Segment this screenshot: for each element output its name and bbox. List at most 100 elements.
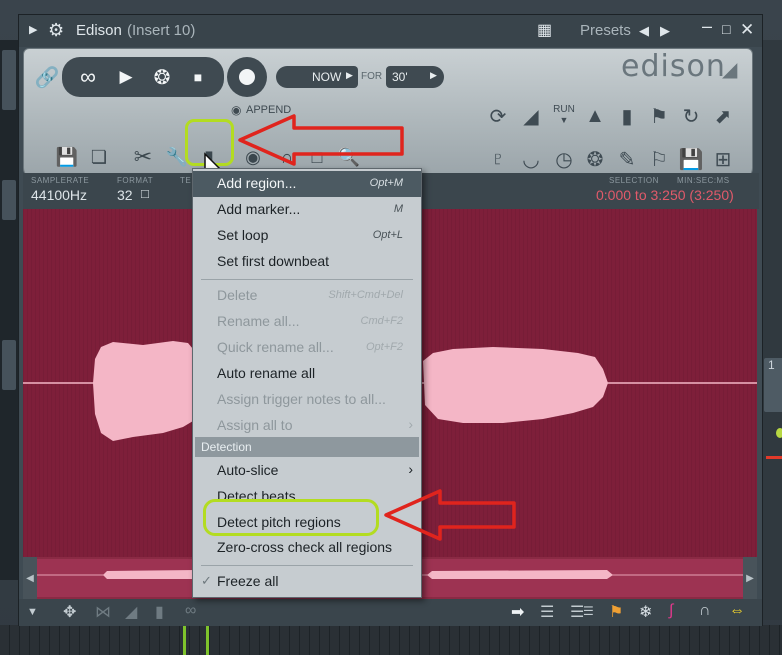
menu-label: Set loop bbox=[217, 227, 269, 243]
maximize-icon[interactable]: □ bbox=[722, 21, 730, 37]
copy-icon[interactable]: ❏ bbox=[86, 144, 112, 170]
send-to-playlist-icon[interactable]: ⊞ bbox=[708, 144, 738, 174]
ramp-icon[interactable]: ◢ bbox=[125, 602, 137, 622]
loop-button[interactable]: ∞ bbox=[70, 59, 106, 95]
menu-label: Freeze all bbox=[217, 573, 279, 589]
bowtie-icon[interactable]: ⋈ bbox=[95, 602, 111, 622]
now-arrow-icon: ▶ bbox=[346, 70, 353, 80]
menu-separator bbox=[201, 279, 413, 280]
fade-in-icon[interactable]: ◢ bbox=[516, 101, 546, 131]
gear-icon[interactable]: ⚙ bbox=[48, 20, 64, 41]
reverse-icon[interactable]: ⟳ bbox=[483, 101, 513, 131]
selection-label: SELECTION bbox=[609, 176, 659, 185]
rocket-icon[interactable]: ▲ bbox=[580, 101, 610, 131]
presets-label[interactable]: Presets bbox=[580, 22, 631, 39]
menu-item-assign-all-to[interactable]: Assign all to › bbox=[193, 413, 421, 439]
time-format-label: MIN:SEC:MS bbox=[677, 176, 730, 185]
expand-arrows-icon[interactable]: ⇔ bbox=[729, 602, 745, 620]
menu-label: Add marker... bbox=[217, 201, 301, 217]
tempo-fork-icon[interactable]: ♇ bbox=[483, 144, 513, 174]
background-marker bbox=[766, 456, 782, 459]
pen-icon[interactable]: ✎ bbox=[612, 144, 642, 174]
play-button[interactable]: ▶ bbox=[108, 59, 144, 95]
background-led-icon bbox=[776, 428, 782, 438]
equalizer-icon[interactable]: ▮ bbox=[612, 101, 642, 131]
run-script-button[interactable]: RUN ▼ bbox=[549, 99, 579, 129]
selection-value: 0:000 to 3:250 (3:250) bbox=[596, 187, 734, 203]
collapse-arrow-icon[interactable]: ▶ bbox=[29, 23, 37, 36]
curve-icon[interactable]: ∫ bbox=[669, 602, 673, 620]
menu-item-auto-slice[interactable]: Auto-slice › bbox=[193, 458, 421, 484]
menu-item-assign-trigger-notes[interactable]: Assign trigger notes to all... bbox=[193, 387, 421, 413]
background-channel-tab[interactable]: 1 bbox=[764, 358, 782, 412]
arrow-right-icon[interactable]: ➡ bbox=[511, 602, 524, 622]
preset-prev-icon[interactable]: ◀ bbox=[639, 23, 649, 39]
snowflake-icon[interactable]: ❄ bbox=[639, 602, 652, 622]
menu-shortcut: Cmd+F2 bbox=[360, 315, 404, 327]
annotation-highlight-detect-pitch bbox=[203, 499, 379, 536]
menu-item-rename-all[interactable]: Rename all... Cmd+F2 bbox=[193, 309, 421, 335]
stacked-icon[interactable]: ☰ bbox=[583, 604, 594, 618]
menu-item-add-marker[interactable]: Add marker... M bbox=[193, 197, 421, 223]
flag-icon[interactable]: ⚑ bbox=[644, 101, 674, 131]
now-field[interactable]: NOW ▶ bbox=[276, 66, 358, 88]
refresh-icon[interactable]: ↻ bbox=[676, 101, 706, 131]
close-icon[interactable]: ✕ bbox=[740, 20, 754, 40]
marker-flags-icon[interactable]: ⚐ bbox=[644, 144, 674, 174]
duration-field[interactable]: 30' ▶ bbox=[386, 66, 444, 88]
samplerate-value[interactable]: 44100Hz bbox=[31, 187, 87, 203]
run-arrow-icon: ▼ bbox=[559, 114, 569, 125]
magnet-icon[interactable]: ∩ bbox=[699, 602, 711, 620]
clock-icon[interactable]: ◷ bbox=[549, 144, 579, 174]
save-sample-icon[interactable]: 💾 bbox=[676, 144, 706, 174]
save-icon[interactable]: 💾 bbox=[54, 144, 80, 170]
menu-item-quick-rename-all[interactable]: Quick rename all... Opt+F2 bbox=[193, 335, 421, 361]
menu-arrow-icon[interactable]: ▼ bbox=[27, 606, 38, 618]
duration-arrow-icon: ▶ bbox=[430, 70, 437, 80]
submenu-arrow-icon: › bbox=[408, 416, 413, 432]
menu-item-set-loop[interactable]: Set loop Opt+L bbox=[193, 223, 421, 249]
title-bar[interactable]: ▶ ⚙ Edison (Insert 10) ▦ Presets ◀ ▶ – □… bbox=[19, 15, 762, 47]
menu-label: Zero-cross check all regions bbox=[217, 539, 393, 555]
format-value[interactable]: 32 bbox=[117, 187, 133, 203]
duration-value: 30' bbox=[392, 70, 408, 84]
link-small-icon[interactable]: ∞ bbox=[185, 602, 196, 620]
format-icon[interactable]: □ bbox=[141, 186, 149, 201]
menu-item-delete[interactable]: Delete Shift+Cmd+Del bbox=[193, 283, 421, 309]
window-subtitle: (Insert 10) bbox=[127, 22, 196, 39]
record-button[interactable] bbox=[227, 57, 267, 97]
fade-out-icon[interactable]: ◡ bbox=[516, 144, 546, 174]
background-playlist bbox=[0, 625, 782, 655]
scroll-right-icon[interactable]: ▶ bbox=[743, 557, 757, 599]
menu-item-freeze-all[interactable]: ✓ Freeze all bbox=[193, 569, 421, 595]
minimize-icon[interactable]: – bbox=[702, 16, 712, 37]
drop-icon[interactable]: ❂ bbox=[580, 144, 610, 174]
menu-item-auto-rename-all[interactable]: Auto rename all bbox=[193, 361, 421, 387]
menu-separator bbox=[201, 565, 413, 566]
menu-label: Assign trigger notes to all... bbox=[217, 391, 386, 407]
submenu-arrow-icon: › bbox=[408, 461, 413, 477]
cut-scissors-icon[interactable]: ✂ bbox=[130, 144, 156, 170]
background-mixer-strip-left bbox=[0, 40, 20, 580]
stop-button[interactable]: ■ bbox=[180, 59, 216, 95]
menu-item-set-first-downbeat[interactable]: Set first downbeat bbox=[193, 249, 421, 275]
now-label: NOW bbox=[312, 70, 342, 84]
menu-shortcut: M bbox=[393, 203, 403, 215]
stretch-icon[interactable]: ✥ bbox=[63, 602, 76, 622]
scrub-reel-button[interactable]: ❂ bbox=[144, 59, 180, 95]
edison-logo: edison bbox=[621, 49, 726, 84]
scroll-left-icon[interactable]: ◀ bbox=[23, 557, 37, 599]
menu-item-add-region[interactable]: Add region... Opt+M bbox=[193, 171, 421, 197]
speaker-icon[interactable]: ◢ bbox=[722, 57, 737, 82]
keyboard-icon[interactable]: ▦ bbox=[537, 20, 552, 40]
cursor-tool-icon[interactable]: ⬈ bbox=[708, 101, 738, 131]
menu-label: Delete bbox=[217, 287, 258, 303]
menu-label: Add region... bbox=[217, 175, 297, 191]
flag-orange-icon[interactable]: ⚑ bbox=[609, 602, 623, 622]
align-icon[interactable]: ▮ bbox=[155, 602, 164, 622]
menu-shortcut: Opt+L bbox=[372, 229, 403, 241]
preset-next-icon[interactable]: ▶ bbox=[660, 23, 670, 39]
list-icon[interactable]: ☰ bbox=[540, 602, 554, 622]
menu-shortcut: Opt+F2 bbox=[366, 341, 403, 353]
link-icon[interactable]: 🔗 bbox=[34, 64, 60, 90]
